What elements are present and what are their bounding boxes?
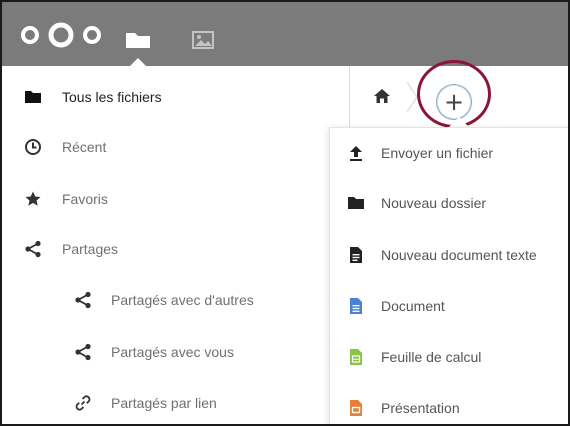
sidebar-item-shares[interactable]: Partages	[2, 229, 342, 269]
add-new-button[interactable]: +	[436, 84, 472, 120]
menu-caret	[449, 117, 469, 127]
breadcrumb-separator	[406, 81, 418, 113]
presentation-icon	[350, 400, 362, 416]
star-icon	[25, 191, 41, 206]
sidebar-item-recent[interactable]: Récent	[2, 127, 342, 167]
spreadsheet-icon	[350, 349, 362, 365]
home-icon[interactable]	[373, 88, 391, 104]
sidebar-item-label: Tous les fichiers	[62, 89, 162, 105]
sidebar-item-label: Partagés avec d'autres	[111, 292, 254, 308]
sidebar-item-shared-by-link[interactable]: Partagés par lien	[2, 383, 342, 423]
top-header	[2, 2, 568, 68]
sidebar-item-shared-with-others[interactable]: Partagés avec d'autres	[2, 280, 342, 320]
menu-item-document[interactable]: Document	[330, 285, 568, 327]
app-window: Tous les fichiers Récent Favoris Partage…	[0, 0, 570, 426]
folder-icon	[348, 197, 364, 209]
menu-item-label: Envoyer un fichier	[381, 145, 494, 161]
text-document-icon	[350, 247, 362, 263]
link-icon	[75, 395, 91, 411]
share-icon	[75, 343, 91, 361]
gallery-app-image-icon[interactable]	[188, 24, 220, 54]
sidebar-item-label: Partagés avec vous	[111, 344, 234, 360]
plus-icon: +	[443, 88, 465, 116]
sidebar-item-all-files[interactable]: Tous les fichiers	[2, 77, 342, 117]
sidebar-item-label: Récent	[62, 139, 107, 155]
document-icon	[350, 298, 362, 314]
menu-item-presentation[interactable]: Présentation	[330, 387, 568, 424]
nextcloud-logo-icon[interactable]	[20, 22, 102, 48]
menu-item-label: Présentation	[381, 400, 460, 416]
sidebar-item-label: Favoris	[62, 191, 108, 207]
menu-item-spreadsheet[interactable]: Feuille de calcul	[330, 336, 568, 378]
menu-item-label: Feuille de calcul	[381, 349, 482, 365]
menu-item-new-text-document[interactable]: Nouveau document texte	[330, 234, 568, 276]
sidebar-navigation: Tous les fichiers Récent Favoris Partage…	[2, 66, 350, 424]
menu-item-upload-file[interactable]: Envoyer un fichier	[330, 132, 568, 174]
share-icon	[25, 240, 41, 258]
sidebar-item-shared-with-you[interactable]: Partagés avec vous	[2, 332, 342, 372]
menu-item-label: Nouveau dossier	[381, 195, 487, 211]
new-item-menu: Envoyer un fichier Nouveau dossier Nouve…	[329, 127, 568, 424]
menu-item-label: Nouveau document texte	[381, 247, 537, 263]
clock-icon	[25, 139, 41, 155]
sidebar-item-favorites[interactable]: Favoris	[2, 179, 342, 219]
menu-item-new-folder[interactable]: Nouveau dossier	[330, 182, 568, 224]
upload-icon	[350, 146, 362, 161]
folder-icon	[25, 91, 41, 103]
share-icon	[75, 291, 91, 309]
files-app-folder-icon[interactable]	[122, 24, 154, 54]
sidebar-item-label: Partagés par lien	[111, 395, 217, 411]
sidebar-item-label: Partages	[62, 241, 119, 257]
menu-item-label: Document	[381, 298, 445, 314]
